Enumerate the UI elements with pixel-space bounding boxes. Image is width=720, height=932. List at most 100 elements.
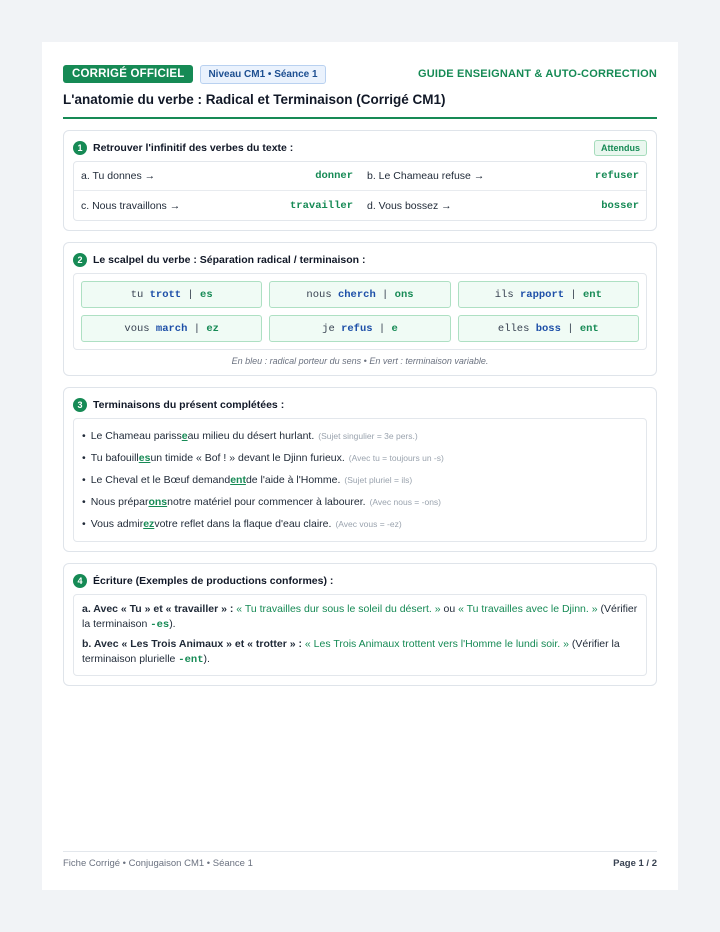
writing-examples: a. Avec « Tu » et « travailler » : « Tu … xyxy=(73,594,647,676)
or-text: ou xyxy=(440,603,459,615)
writing-example-b: b. Avec « Les Trois Animaux » et « trott… xyxy=(82,637,638,668)
radical: trott xyxy=(149,288,182,301)
example-label: b. Avec « Les Trois Animaux » et « trott… xyxy=(82,638,302,650)
verb-split-box: nous cherch | ons xyxy=(269,281,451,308)
infinitive-item: c. Nous travaillons → travailler xyxy=(74,191,360,220)
sentence-end: notre matériel pour commencer à labourer… xyxy=(167,496,366,508)
infinitive-answer: refuser xyxy=(594,170,639,182)
infinitive-item: b. Le Chameau refuse → refuser xyxy=(360,162,646,191)
example-sentence: « Tu travailles dur sous le soleil du dé… xyxy=(236,603,441,615)
page-title: L'anatomie du verbe : Radical et Termina… xyxy=(63,92,657,119)
verb-split-box: vous march | ez xyxy=(81,315,263,342)
verb-question: c. Nous travaillons → xyxy=(81,199,181,212)
ending-code: -es xyxy=(150,619,170,631)
section-number: 1 xyxy=(73,141,87,155)
bullet: • xyxy=(82,474,86,486)
rule-note: (Avec vous = -ez) xyxy=(335,519,402,529)
verb-split-box: je refus | e xyxy=(269,315,451,342)
expected-tag: Attendus xyxy=(594,140,647,156)
scalpel-grid: tu trott | es nous cherch | ons ils rapp… xyxy=(73,273,647,350)
section-title: Le scalpel du verbe : Séparation radical… xyxy=(93,254,366,266)
example-sentence: « Tu travailles avec le Djinn. » xyxy=(458,603,598,615)
level-badge: Niveau CM1 • Séance 1 xyxy=(200,64,326,84)
official-badge: CORRIGÉ OFFICIEL xyxy=(63,65,194,83)
verb-ending: es xyxy=(138,452,151,464)
infinitive-answer: donner xyxy=(315,170,353,182)
rule-note: (Avec nous = -ons) xyxy=(369,497,441,507)
rule-note: (Avec tu = toujours un -s) xyxy=(348,453,444,463)
bullet: • xyxy=(82,452,86,464)
verb-split-box: tu trott | es xyxy=(81,281,263,308)
separator: | xyxy=(560,322,580,335)
sentence-start: Nous prépar xyxy=(90,496,149,508)
section-writing: 4 Écriture (Exemples de productions conf… xyxy=(63,563,657,686)
verb-split-box: elles boss | ent xyxy=(457,315,639,342)
section-number: 3 xyxy=(73,398,87,412)
section-number: 2 xyxy=(73,253,87,267)
verb-ending: ent xyxy=(230,474,246,486)
sentence-start: Vous admir xyxy=(90,518,144,530)
bullet: • xyxy=(82,430,86,442)
bullet: • xyxy=(82,496,86,508)
radical: rapport xyxy=(519,288,565,301)
verb-ending: ez xyxy=(143,518,155,530)
page-footer: Fiche Corrigé • Conjugaison CM1 • Séance… xyxy=(63,851,657,869)
section-infinitive: 1 Retrouver l'infinitif des verbes du te… xyxy=(63,130,657,231)
section-title: Terminaisons du présent complétées : xyxy=(93,399,285,411)
infinitive-item: d. Vous bossez → bosser xyxy=(360,191,646,220)
verb-split-box: ils rapport | ent xyxy=(457,281,639,308)
sentence-end: votre reflet dans la flaque d'eau claire… xyxy=(154,518,332,530)
pronoun: tu xyxy=(130,288,150,301)
infinitive-item: a. Tu donnes → donner xyxy=(74,162,360,191)
close-text: ). xyxy=(169,618,176,630)
bullet: • xyxy=(82,518,86,530)
radical: refus xyxy=(341,322,373,335)
section-scalpel: 2 Le scalpel du verbe : Séparation radic… xyxy=(63,242,657,376)
ending: ez xyxy=(206,322,219,335)
section-number: 4 xyxy=(73,574,87,588)
verb-question: d. Vous bossez → xyxy=(367,199,452,212)
top-bar: CORRIGÉ OFFICIEL Niveau CM1 • Séance 1 G… xyxy=(63,64,657,84)
sentence-start: Le Cheval et le Bœuf demand xyxy=(90,474,231,486)
legend-caption: En bleu : radical porteur du sens • En v… xyxy=(231,356,489,366)
footer-label: Fiche Corrigé • Conjugaison CM1 • Séance… xyxy=(63,858,253,869)
example-sentence: « Les Trois Animaux trottent vers l'Homm… xyxy=(304,638,569,650)
sentence-start: Tu bafouill xyxy=(90,452,139,464)
sentence-start: Le Chameau pariss xyxy=(90,430,182,442)
pronoun: nous xyxy=(306,288,338,301)
ending: ons xyxy=(394,288,414,301)
separator: | xyxy=(187,322,207,335)
list-item: • Le Cheval et le Bœuf demand ent de l'aid… xyxy=(82,469,638,491)
guide-label: GUIDE ENSEIGNANT & AUTO-CORRECTION xyxy=(417,68,657,80)
radical: boss xyxy=(535,322,561,335)
ending-code: -ent xyxy=(178,654,204,666)
section-header: 1 Retrouver l'infinitif des verbes du te… xyxy=(73,140,647,156)
section-title: Retrouver l'infinitif des verbes du text… xyxy=(93,142,294,154)
list-item: • Nous prépar ons notre matériel pour comm… xyxy=(82,491,638,513)
section-title: Écriture (Exemples de productions confor… xyxy=(93,575,334,587)
pronoun: vous xyxy=(124,322,156,335)
separator: | xyxy=(181,288,201,301)
section-header: 3 Terminaisons du présent complétées : xyxy=(73,397,647,413)
section-endings: 3 Terminaisons du présent complétées : •… xyxy=(63,387,657,552)
verb-question: a. Tu donnes → xyxy=(81,170,156,182)
infinitive-answer: bosser xyxy=(601,199,639,212)
sentence-end: de l'aide à l'Homme. xyxy=(245,474,341,486)
list-item: • Vous admir ez votre reflet dans la flaqu… xyxy=(82,513,638,535)
sentence-list: • Le Chameau pariss e au milieu du désert … xyxy=(73,418,647,542)
infinitive-grid: a. Tu donnes → donner b. Le Chameau refu… xyxy=(73,161,647,221)
ending: es xyxy=(200,288,213,301)
ending: e xyxy=(391,322,398,335)
sentence-end: un timide « Bof ! » devant le Djinn furi… xyxy=(150,452,345,464)
section-header: 4 Écriture (Exemples de productions conf… xyxy=(73,573,647,589)
radical: cherch xyxy=(337,288,376,301)
close-text: ). xyxy=(203,653,210,665)
example-label: a. Avec « Tu » et « travailler » : xyxy=(82,603,234,615)
separator: | xyxy=(375,288,395,301)
section-header: 2 Le scalpel du verbe : Séparation radic… xyxy=(73,252,647,268)
pronoun: elles xyxy=(497,322,536,335)
page-number: Page 1 / 2 xyxy=(613,858,657,869)
ending: ent xyxy=(579,322,599,335)
writing-example-a: a. Avec « Tu » et « travailler » : « Tu … xyxy=(82,602,638,633)
verb-ending: ons xyxy=(148,496,168,508)
